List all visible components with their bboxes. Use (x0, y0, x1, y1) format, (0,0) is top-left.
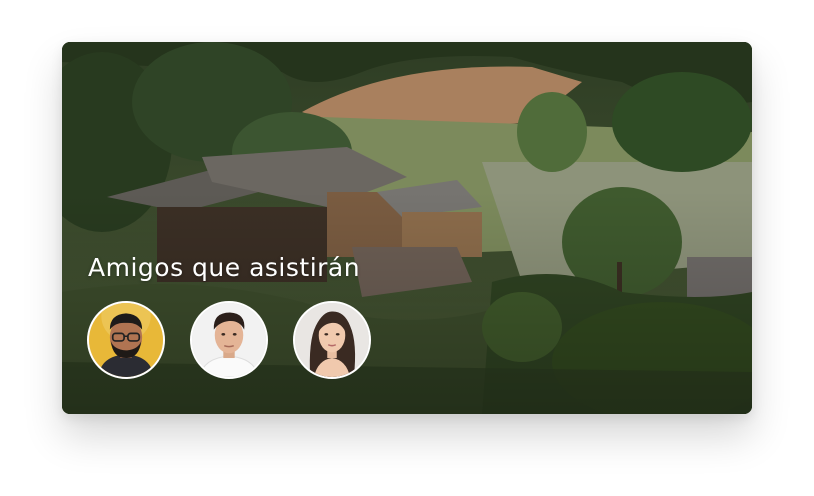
card-title: Amigos que asistirán (88, 253, 361, 282)
event-card: Amigos que asistirán (62, 42, 752, 414)
friend-avatar[interactable] (87, 301, 165, 379)
friends-avatar-list (87, 301, 371, 381)
person-glasses-beard-avatar-icon (89, 303, 163, 377)
friend-avatar[interactable] (293, 301, 371, 379)
person-long-hair-woman-avatar-icon (295, 303, 369, 377)
person-young-man-avatar-icon (192, 303, 266, 377)
friend-avatar[interactable] (190, 301, 268, 379)
